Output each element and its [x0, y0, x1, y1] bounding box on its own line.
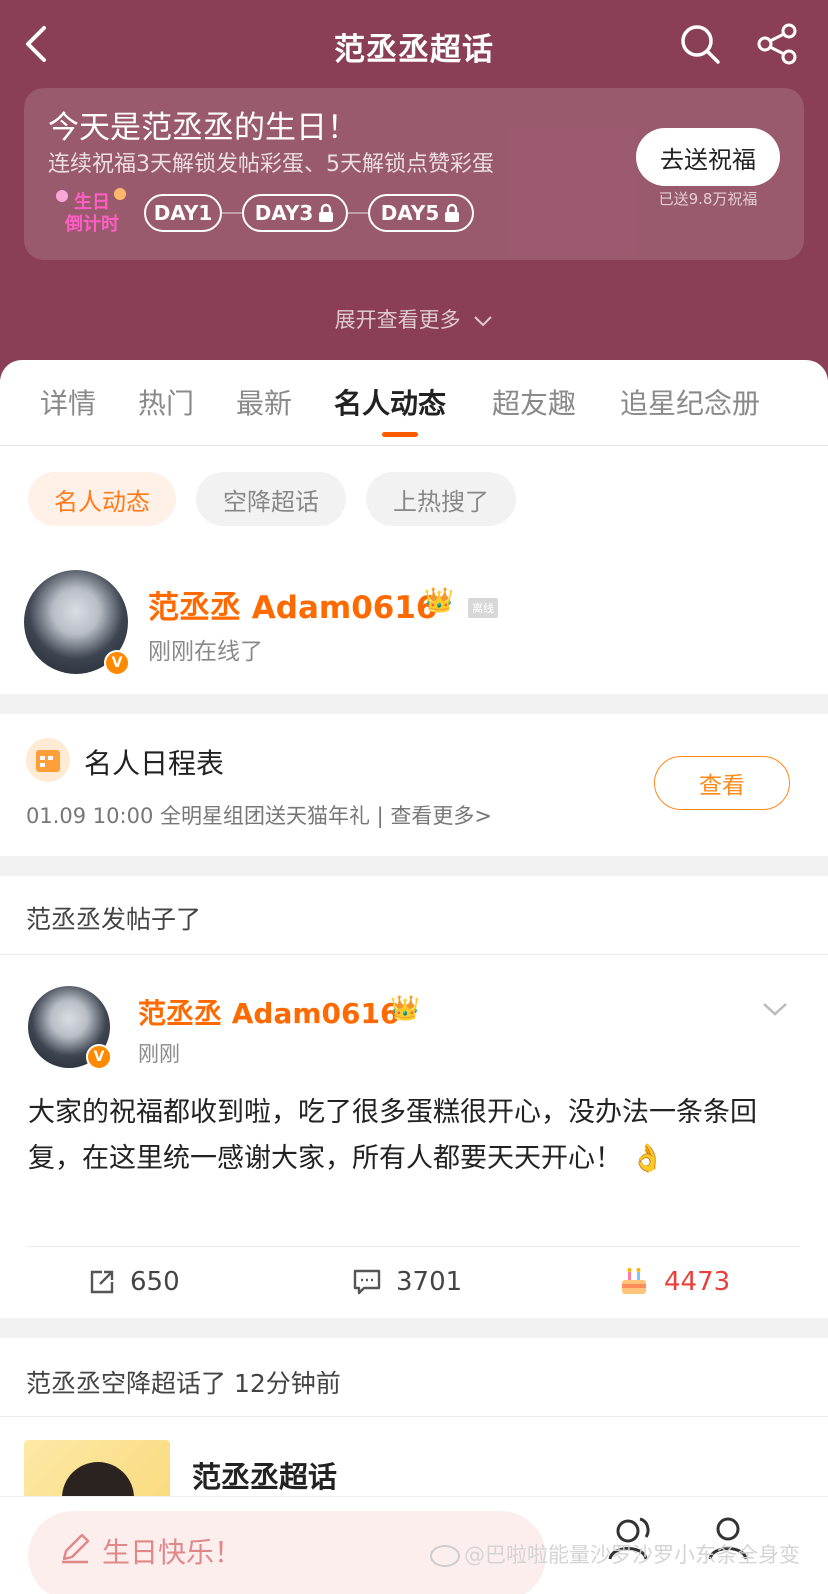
day-label: DAY3 — [254, 201, 314, 225]
svg-text:倒计时: 倒计时 — [64, 213, 119, 235]
verified-badge-icon: V — [86, 1044, 112, 1070]
lock-icon — [445, 203, 460, 222]
offline-tag: 离线 — [468, 598, 498, 618]
airdrop-section-title: 范丞丞空降超话了 12分钟前 — [26, 1369, 341, 1398]
post-menu-button[interactable] — [760, 998, 790, 1020]
watermark: @巴啦啦能量沙罗沙罗小东条全身变 — [430, 1539, 800, 1569]
birthday-cake-icon — [622, 1268, 646, 1294]
day3-pill[interactable]: DAY3 — [242, 194, 348, 232]
compose-text: 生日快乐！ — [102, 1536, 243, 1569]
chip-celebrity-feed[interactable]: 名人动态 — [28, 472, 176, 526]
lock-icon — [319, 203, 334, 222]
chevron-down-icon — [474, 316, 493, 327]
tab-fan-fun[interactable]: 超友趣 — [492, 382, 576, 422]
share-button[interactable] — [756, 22, 800, 66]
weibo-logo-icon — [430, 1545, 460, 1567]
search-button[interactable] — [678, 22, 722, 66]
tab-hot[interactable]: 热门 — [138, 382, 194, 422]
birthday-title: 今天是范丞丞的生日！ — [48, 110, 358, 146]
sent-wishes-count: 已送9.8万祝福 — [658, 190, 758, 208]
repost-icon — [90, 1270, 114, 1294]
section-separator — [0, 694, 828, 714]
day-connector — [222, 212, 242, 214]
tab-celebrity-feed[interactable]: 名人动态 — [334, 382, 446, 422]
comment-icon — [353, 1269, 381, 1295]
pencil-icon — [62, 1533, 90, 1564]
birthday-countdown-logo: 生日 倒计时 — [48, 184, 134, 238]
crown-icon: 👑 — [424, 586, 454, 614]
view-schedule-button[interactable]: 查看 — [654, 756, 790, 810]
chip-airdrop[interactable]: 空降超话 — [196, 472, 346, 526]
topic-name[interactable]: 范丞丞超话 — [192, 1454, 337, 1496]
repost-count: 650 — [130, 1267, 180, 1297]
active-tab-indicator — [382, 432, 418, 437]
like-count: 4473 — [664, 1267, 731, 1297]
day5-pill[interactable]: DAY5 — [368, 194, 474, 232]
crown-icon: 👑 — [390, 994, 420, 1022]
post-author-name[interactable]: 范丞丞 Adam0616 — [138, 992, 399, 1032]
chevron-down-icon — [763, 1003, 787, 1016]
main-content: 详情 热门 最新 名人动态 超友趣 追星纪念册 名人动态 空降超话 上热搜了 V… — [0, 360, 828, 1594]
share-icon — [757, 23, 797, 65]
repost-button[interactable]: 650 — [88, 1264, 180, 1300]
chip-trending[interactable]: 上热搜了 — [366, 472, 516, 526]
celebrity-name[interactable]: 范丞丞 Adam0616 — [148, 582, 437, 627]
divider — [0, 1416, 828, 1417]
send-wishes-button[interactable]: 去送祝福 — [636, 128, 780, 186]
divider — [26, 1246, 800, 1247]
schedule-item[interactable]: 01.09 10:00 全明星组团送天猫年礼 | 查看更多> — [26, 800, 492, 830]
comment-count: 3701 — [396, 1267, 463, 1297]
day1-pill[interactable]: DAY1 — [144, 194, 222, 232]
online-status: 刚刚在线了 — [148, 639, 263, 665]
schedule-title: 名人日程表 — [84, 747, 225, 780]
expand-more-button[interactable]: 展开查看更多 — [0, 304, 828, 334]
day-connector — [348, 212, 368, 214]
comment-button[interactable]: 3701 — [352, 1264, 462, 1300]
day-label: DAY5 — [380, 201, 440, 225]
divider — [0, 954, 828, 955]
day-label: DAY1 — [153, 201, 213, 225]
post-time: 刚刚 — [138, 1042, 180, 1066]
calendar-icon — [26, 738, 70, 782]
tab-bar: 详情 热门 最新 名人动态 超友趣 追星纪念册 — [0, 360, 828, 446]
birthday-card: 今天是范丞丞的生日！ 连续祝福3天解锁发帖彩蛋、5天解锁点赞彩蛋 生日 倒计时 … — [24, 88, 804, 260]
section-separator — [0, 1318, 828, 1338]
tab-details[interactable]: 详情 — [40, 382, 96, 422]
verified-badge-icon: V — [104, 650, 130, 676]
bottom-bar: 生日快乐！ @巴啦啦能量沙罗沙罗小东条全身变 — [0, 1496, 828, 1594]
like-button[interactable]: 4473 — [618, 1264, 730, 1300]
search-icon — [681, 25, 720, 64]
watermark-text: @巴啦啦能量沙罗沙罗小东条全身变 — [464, 1543, 800, 1567]
section-separator — [0, 856, 828, 876]
svg-text:生日: 生日 — [74, 191, 110, 213]
expand-more-label: 展开查看更多 — [334, 308, 461, 332]
top-bar: 范丞丞超话 — [0, 0, 828, 88]
topic-header: 范丞丞超话 今天是范丞丞的生日！ 连续祝福3天解锁发帖彩蛋、5天解锁点赞彩蛋 生… — [0, 0, 828, 380]
tab-latest[interactable]: 最新 — [236, 382, 292, 422]
post-content: 大家的祝福都收到啦，吃了很多蛋糕很开心，没办法一条条回复，在这里统一感谢大家，所… — [28, 1097, 757, 1174]
tab-fan-album[interactable]: 追星纪念册 — [620, 382, 760, 422]
birthday-subtitle: 连续祝福3天解锁发帖彩蛋、5天解锁点赞彩蛋 — [48, 152, 494, 177]
post-section-title: 范丞丞发帖子了 — [26, 905, 202, 934]
